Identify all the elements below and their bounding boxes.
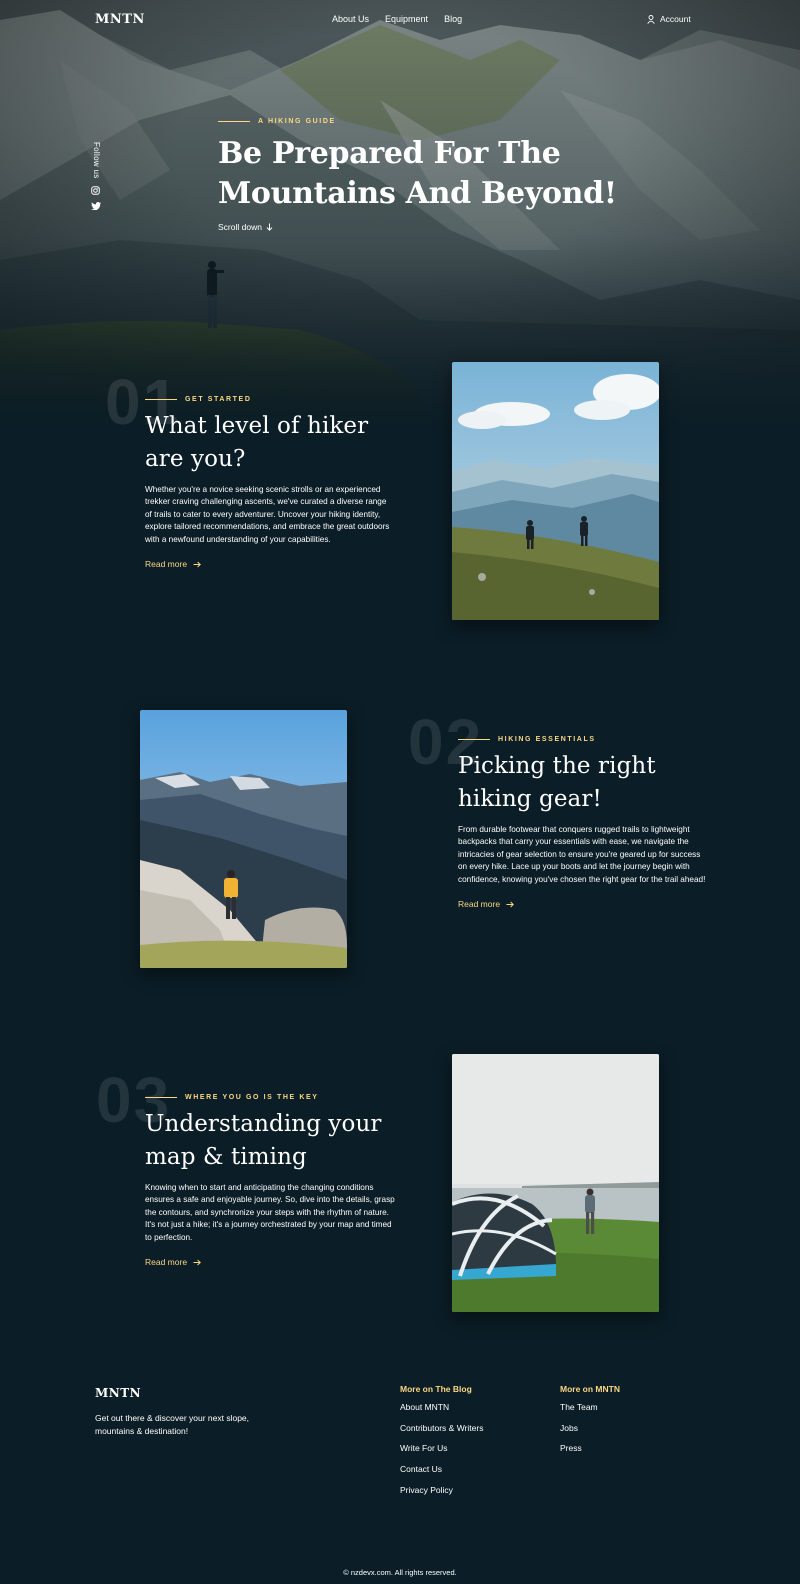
hero-title-line-1: Be Prepared For The — [218, 136, 561, 171]
section-text: HIKING ESSENTIALS Picking the right hiki… — [458, 736, 708, 909]
footer: MNTN Get out there & discover your next … — [0, 1380, 800, 1584]
eyebrow-line — [218, 121, 250, 122]
section-body: Knowing when to start and anticipating t… — [145, 1183, 395, 1242]
footer-link-press[interactable]: Press — [560, 1443, 620, 1454]
footer-mntn-column: More on MNTN The Team Jobs Press — [560, 1384, 620, 1464]
follow-us: Follow us — [91, 142, 105, 210]
nav-link-blog[interactable]: Blog — [444, 14, 462, 24]
section-eyebrow-label: GET STARTED — [185, 396, 252, 403]
section-hiking-essentials: 02 HIKING ESSENTIALS Picking the right h… — [0, 710, 800, 980]
footer-link-about-mntn[interactable]: About MNTN — [400, 1402, 483, 1413]
section-eyebrow: WHERE YOU GO IS THE KEY — [145, 1094, 395, 1101]
hero-title-line-2: Mountains And Beyond! — [218, 176, 617, 211]
section-eyebrow-label: WHERE YOU GO IS THE KEY — [185, 1094, 319, 1101]
footer-link-contact-us[interactable]: Contact Us — [400, 1464, 483, 1475]
footer-link-write-for-us[interactable]: Write For Us — [400, 1443, 483, 1454]
arrow-right-icon — [193, 1259, 201, 1265]
instagram-icon[interactable] — [91, 185, 100, 195]
footer-link-contributors[interactable]: Contributors & Writers — [400, 1423, 483, 1434]
follow-us-label: Follow us — [92, 142, 101, 179]
nav-links: About Us Equipment Blog — [332, 14, 462, 24]
section-text: GET STARTED What level of hiker are you?… — [145, 396, 395, 569]
read-more-label: Read more — [145, 1257, 188, 1268]
scroll-down-label: Scroll down — [218, 222, 262, 232]
photo-hikers-on-ridge — [452, 362, 659, 620]
footer-link-privacy-policy[interactable]: Privacy Policy — [400, 1485, 483, 1496]
section-title-line-1: Understanding your — [145, 1111, 382, 1137]
section-title-line-1: What level of hiker — [145, 413, 369, 439]
hero-copy: A HIKING GUIDE Be Prepared For The Mount… — [218, 118, 658, 232]
section-get-started: 01 GET STARTED What level of hiker are y… — [0, 362, 800, 632]
footer-link-jobs[interactable]: Jobs — [560, 1423, 620, 1434]
section-body: Whether you're a novice seeking scenic s… — [145, 485, 390, 544]
footer-logo[interactable]: MNTN — [95, 1386, 141, 1400]
scroll-down-link[interactable]: Scroll down — [218, 222, 658, 232]
hero-title: Be Prepared For The Mountains And Beyond… — [218, 134, 658, 214]
section-eyebrow-label: HIKING ESSENTIALS — [498, 736, 596, 743]
footer-blog-column: More on The Blog About MNTN Contributors… — [400, 1384, 483, 1505]
account-label: Account — [660, 14, 691, 24]
photo-hiker-on-rocks — [140, 710, 347, 968]
arrow-right-icon — [506, 901, 514, 907]
footer-tagline: Get out there & discover your next slope… — [95, 1413, 250, 1436]
copyright: © nzdevx.com. All rights reserved. — [343, 1568, 457, 1577]
section-eyebrow: HIKING ESSENTIALS — [458, 736, 708, 743]
hero-eyebrow: A HIKING GUIDE — [218, 118, 658, 125]
section-title: Understanding your map & timing — [145, 1108, 395, 1174]
photo-tent-by-lake — [452, 1054, 659, 1312]
section-title-line-2: are you? — [145, 446, 246, 472]
section-body: From durable footwear that conquers rugg… — [458, 825, 706, 884]
nav-link-equipment[interactable]: Equipment — [385, 14, 428, 24]
nav-link-about-us[interactable]: About Us — [332, 14, 369, 24]
section-eyebrow: GET STARTED — [145, 396, 395, 403]
section-map-and-timing: 03 WHERE YOU GO IS THE KEY Understanding… — [0, 1054, 800, 1324]
eyebrow-line — [145, 1097, 177, 1098]
section-title-line-2: map & timing — [145, 1144, 307, 1170]
account-link[interactable]: Account — [647, 14, 691, 24]
section-title: Picking the right hiking gear! — [458, 750, 708, 816]
logo[interactable]: MNTN — [95, 12, 145, 27]
arrow-right-icon — [193, 561, 201, 567]
eyebrow-line — [458, 739, 490, 740]
read-more-link[interactable]: Read more — [145, 1257, 395, 1267]
twitter-icon[interactable] — [91, 201, 101, 210]
user-icon — [647, 14, 655, 24]
read-more-link[interactable]: Read more — [458, 899, 708, 909]
section-title-line-2: hiking gear! — [458, 786, 602, 812]
hero-eyebrow-label: A HIKING GUIDE — [258, 118, 336, 125]
read-more-label: Read more — [458, 899, 501, 910]
footer-link-the-team[interactable]: The Team — [560, 1402, 620, 1413]
read-more-link[interactable]: Read more — [145, 559, 395, 569]
section-title: What level of hiker are you? — [145, 410, 395, 476]
section-title-line-1: Picking the right — [458, 753, 656, 779]
top-navigation: MNTN About Us Equipment Blog Account — [0, 0, 800, 40]
footer-mntn-heading: More on MNTN — [560, 1384, 620, 1394]
footer-blog-heading: More on The Blog — [400, 1384, 472, 1394]
read-more-label: Read more — [145, 559, 188, 570]
arrow-down-icon — [266, 223, 273, 231]
section-text: WHERE YOU GO IS THE KEY Understanding yo… — [145, 1094, 395, 1267]
eyebrow-line — [145, 399, 177, 400]
